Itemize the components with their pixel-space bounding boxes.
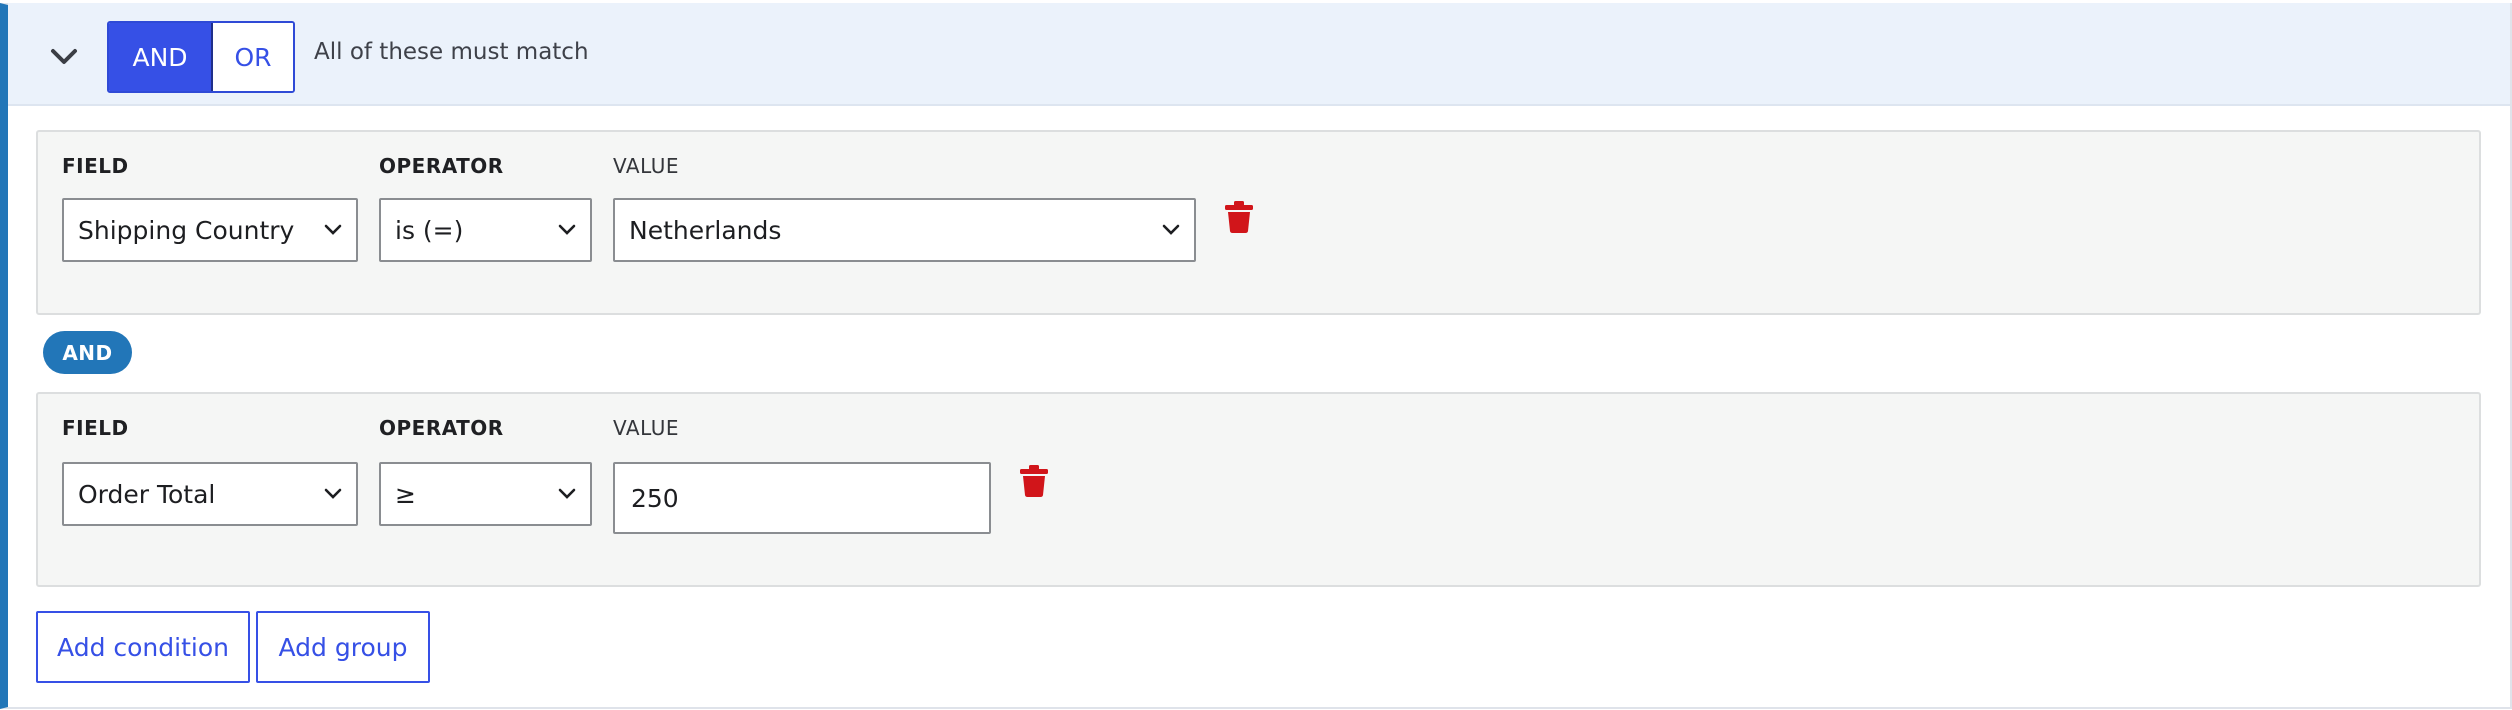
- add-condition-button[interactable]: Add condition: [36, 611, 250, 683]
- conjunction-pill: AND: [43, 331, 132, 374]
- operator-label: OPERATOR: [379, 416, 504, 440]
- field-select[interactable]: Shipping Country: [62, 198, 358, 262]
- field-select-value: Order Total: [78, 479, 216, 509]
- operator-select[interactable]: ≥: [379, 462, 592, 526]
- trash-icon[interactable]: [1019, 464, 1049, 498]
- condition-group: [0, 3, 2512, 709]
- chevron-down-icon: [324, 224, 342, 235]
- group-match-hint: All of these must match: [314, 39, 589, 65]
- value-label: VALUE: [613, 154, 680, 178]
- chevron-down-icon: [558, 224, 576, 235]
- operator-select-value: ≥: [395, 479, 416, 509]
- value-select[interactable]: Netherlands: [613, 198, 1196, 262]
- chevron-down-icon: [51, 49, 77, 64]
- operator-label: OPERATOR: [379, 154, 504, 178]
- chevron-down-icon: [558, 488, 576, 499]
- value-select-value: Netherlands: [629, 215, 782, 245]
- operator-select[interactable]: is (=): [379, 198, 592, 262]
- collapse-toggle[interactable]: [42, 37, 86, 77]
- operator-select-value: is (=): [395, 215, 464, 245]
- chevron-down-icon: [1162, 224, 1180, 235]
- conjunction-toggle: AND OR: [107, 21, 295, 93]
- field-label: FIELD: [62, 154, 129, 178]
- add-group-button[interactable]: Add group: [256, 611, 430, 683]
- condition-row: FIELD OPERATOR VALUE Order Total ≥ 250: [36, 392, 2481, 587]
- value-input[interactable]: 250: [613, 462, 991, 534]
- condition-row: FIELD OPERATOR VALUE Shipping Country is…: [36, 130, 2481, 315]
- conjunction-or-button[interactable]: OR: [213, 23, 293, 91]
- field-label: FIELD: [62, 416, 129, 440]
- value-input-text: 250: [631, 483, 679, 513]
- chevron-down-icon: [324, 488, 342, 499]
- conjunction-and-button[interactable]: AND: [109, 23, 213, 91]
- trash-icon[interactable]: [1224, 200, 1254, 234]
- field-select-value: Shipping Country: [78, 215, 295, 245]
- value-label: VALUE: [613, 416, 680, 440]
- group-header: AND OR All of these must match: [8, 3, 2510, 106]
- field-select[interactable]: Order Total: [62, 462, 358, 526]
